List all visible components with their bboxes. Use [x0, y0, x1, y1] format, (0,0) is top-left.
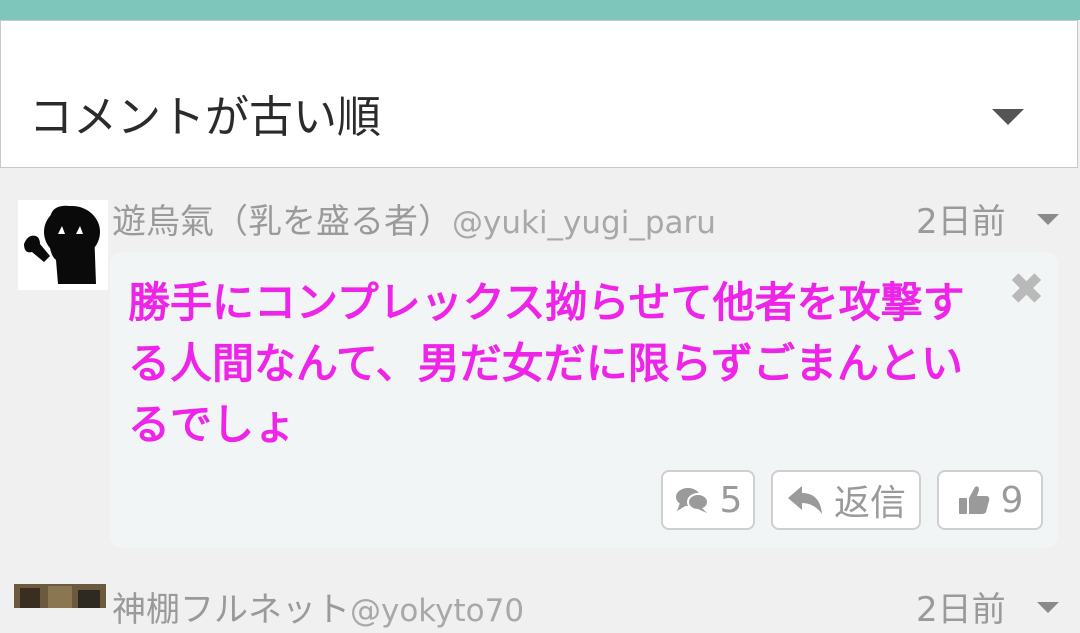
like-button[interactable]: 9	[937, 470, 1043, 530]
reply-button[interactable]: 返信	[771, 470, 921, 530]
comment-text: 勝手にコンプレックス拗らせて他者を攻撃する人間なんて、男だ女だに限らずごまんとい…	[128, 278, 965, 449]
author-name[interactable]: 遊烏氣（乳を盛る者）	[112, 202, 452, 242]
author-handle[interactable]: @yokyto70	[350, 593, 524, 629]
chevron-down-icon[interactable]	[1037, 214, 1059, 225]
author-handle[interactable]: @yuki_yugi_paru	[452, 205, 716, 241]
reply-arrow-icon	[787, 486, 822, 514]
comment-timestamp: 2日前	[916, 202, 1006, 242]
chevron-down-icon[interactable]	[992, 109, 1024, 125]
comment-author[interactable]: 神棚フルネット@yokyto70	[112, 588, 524, 633]
author-name[interactable]: 神棚フルネット	[112, 590, 350, 630]
reply-label: 返信	[833, 483, 906, 524]
likes-count: 9	[1000, 479, 1024, 521]
avatar[interactable]	[18, 200, 108, 290]
replies-count: 5	[719, 479, 743, 521]
comment-timestamp: 2日前	[916, 590, 1006, 630]
comment-author[interactable]: 遊烏氣（乳を盛る者）@yuki_yugi_paru	[112, 200, 716, 245]
top-accent-bar	[0, 0, 1080, 20]
close-icon[interactable]: ✖	[1008, 268, 1045, 312]
comment-sort-select[interactable]: コメントが古い順	[0, 20, 1078, 168]
comment-bubbles-icon	[675, 488, 709, 513]
comment-bubble: 勝手にコンプレックス拗らせて他者を攻撃する人間なんて、男だ女だに限らずごまんとい…	[110, 252, 1058, 548]
sort-selected-label: コメントが古い順	[29, 92, 381, 143]
thumbs-up-icon	[958, 486, 989, 514]
replies-count-button[interactable]: 5	[661, 470, 755, 530]
avatar[interactable]	[14, 584, 106, 608]
